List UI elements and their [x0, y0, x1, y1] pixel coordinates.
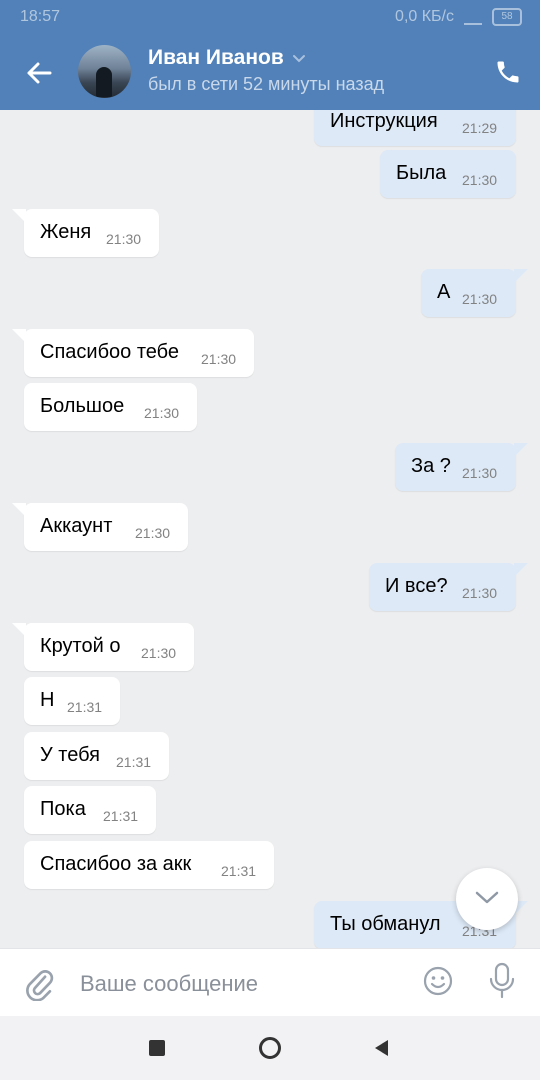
message-composer — [0, 948, 540, 1017]
network-speed: 0,0 КБ/с — [395, 8, 454, 25]
contact-name[interactable]: Иван Иванов — [148, 46, 284, 70]
message-input[interactable] — [78, 967, 402, 1001]
message-time: 21:30 — [135, 525, 171, 541]
message-incoming[interactable]: Н 21:31 — [24, 677, 120, 725]
bubble-tail — [12, 329, 26, 343]
message-text: Н — [40, 689, 55, 711]
message-text: А — [437, 281, 451, 303]
message-time: 21:30 — [201, 351, 237, 367]
message-text: У тебя — [40, 744, 100, 766]
message-outgoing[interactable]: Инструкция 21:29 — [314, 110, 516, 146]
back-arrow-icon[interactable] — [24, 58, 54, 88]
message-incoming[interactable]: Большое 21:30 — [24, 383, 197, 431]
message-text: Спасибоо за акк — [40, 853, 192, 875]
home-icon[interactable] — [258, 1036, 282, 1060]
status-time: 18:57 — [20, 8, 61, 25]
message-text: И все? — [385, 575, 448, 597]
message-text: Инструкция — [330, 110, 438, 132]
avatar[interactable] — [78, 45, 131, 98]
message-time: 21:30 — [462, 465, 498, 481]
message-time: 21:31 — [221, 863, 257, 879]
message-text: Большое — [40, 395, 125, 417]
message-incoming[interactable]: Спасибоо тебе 21:30 — [12, 329, 254, 377]
message-incoming[interactable]: Аккаунт 21:30 — [12, 503, 188, 551]
paperclip-icon[interactable] — [24, 967, 54, 1001]
message-text: Ты обманул — [330, 913, 441, 935]
message-time: 21:30 — [462, 291, 498, 307]
chat-header: 18:57 0,0 КБ/с 58 Иван Иванов был в сети… — [0, 0, 540, 110]
message-time: 21:30 — [141, 645, 177, 661]
avatar-figure — [96, 67, 112, 97]
message-incoming[interactable]: Крутой о 21:30 — [12, 623, 194, 671]
message-incoming[interactable]: Спасибоо за акк 21:31 — [24, 841, 274, 889]
message-time: 21:30 — [462, 172, 498, 188]
bubble-tail — [12, 623, 26, 637]
chevron-down-icon[interactable] — [292, 52, 306, 66]
message-time: 21:31 — [67, 699, 103, 715]
message-time: 21:30 — [144, 405, 180, 421]
message-text: Пока — [40, 798, 86, 820]
message-text: Крутой о — [40, 635, 121, 657]
message-text: Аккаунт — [40, 515, 113, 537]
recent-apps-icon[interactable] — [149, 1040, 165, 1056]
message-time: 21:31 — [103, 808, 139, 824]
message-list[interactable]: Инструкция 21:29 Была 21:30 Женя 21:30 А… — [0, 110, 540, 948]
bubble-tail — [514, 269, 528, 283]
message-incoming[interactable]: Женя 21:30 — [12, 209, 159, 257]
message-time: 21:30 — [106, 231, 142, 247]
scroll-to-bottom-button[interactable] — [456, 868, 518, 930]
message-time: 21:30 — [462, 585, 498, 601]
bubble-tail — [514, 443, 528, 457]
system-back-icon[interactable] — [372, 1038, 390, 1058]
bubble-tail — [12, 209, 26, 223]
message-time: 21:31 — [116, 754, 152, 770]
message-outgoing[interactable]: Была 21:30 — [380, 150, 516, 198]
status-bar: 18:57 0,0 КБ/с 58 — [0, 0, 540, 34]
smile-icon[interactable] — [422, 965, 454, 997]
message-text: Спасибоо тебе — [40, 341, 180, 363]
phone-icon[interactable] — [494, 58, 522, 86]
message-time: 21:29 — [462, 120, 498, 136]
battery-icon: 58 — [492, 8, 522, 26]
bubble-tail — [514, 563, 528, 577]
message-incoming[interactable]: Пока 21:31 — [24, 786, 156, 834]
bubble-tail — [12, 503, 26, 517]
message-incoming[interactable]: У тебя 21:31 — [24, 732, 169, 780]
message-text: За ? — [411, 455, 451, 477]
status-icons: 0,0 КБ/с 58 — [395, 8, 522, 26]
message-text: Женя — [40, 221, 92, 243]
message-outgoing[interactable]: За ? 21:30 — [395, 443, 528, 491]
message-text: Была — [396, 162, 447, 184]
message-outgoing[interactable]: И все? 21:30 — [369, 563, 528, 611]
last-seen-status: был в сети 52 минуты назад — [148, 74, 385, 94]
message-outgoing[interactable]: А 21:30 — [421, 269, 528, 317]
signal-icon — [464, 9, 482, 25]
microphone-icon[interactable] — [488, 962, 516, 1000]
chevron-down-icon — [475, 891, 499, 904]
